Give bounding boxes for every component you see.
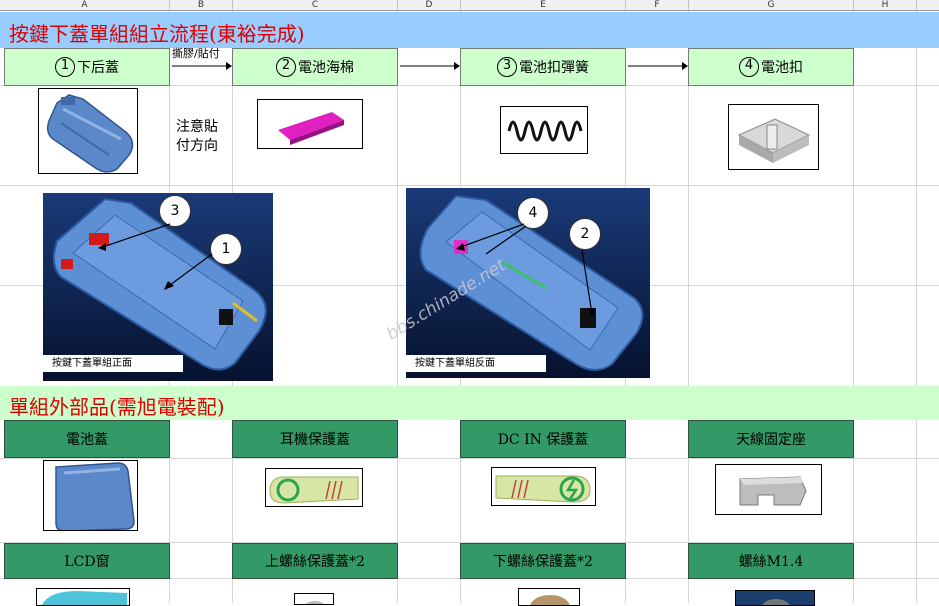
arrow-note: 撕膠/貼付 [172, 47, 220, 60]
battery-cover-icon [55, 462, 135, 530]
column-header-a[interactable]: A [0, 0, 170, 11]
flow-arrow [628, 62, 688, 70]
lcd-window-image[interactable] [36, 588, 130, 606]
photo-caption: 按鍵下蓋單組反面 [406, 355, 546, 372]
column-header-d[interactable]: D [398, 0, 461, 11]
column-header-b[interactable]: B [170, 0, 233, 11]
flow-arrow [172, 62, 232, 70]
antenna-holder-icon [739, 476, 807, 506]
column-header-g[interactable]: G [689, 0, 854, 11]
column-header-f[interactable]: F [626, 0, 689, 11]
grid-line [397, 11, 398, 603]
screw-m14-image[interactable] [735, 590, 815, 606]
part-header-earphone-cover[interactable]: 耳機保護蓋 [232, 420, 398, 458]
spring-icon [507, 120, 583, 142]
column-header-c[interactable]: C [233, 0, 398, 11]
back-cover-icon [46, 94, 134, 173]
column-header-i [917, 0, 939, 11]
part-header-battery-cover[interactable]: 電池蓋 [4, 420, 170, 458]
callout-leader-lines [98, 223, 213, 290]
back-cover-image[interactable] [38, 88, 138, 174]
spring-image[interactable] [500, 106, 588, 154]
column-header-h[interactable]: H [854, 0, 917, 11]
note-line: 付方向 [176, 138, 218, 154]
step-label: 電池扣 [761, 60, 803, 76]
part-header-screw-m14[interactable]: 螺絲M1.4 [688, 543, 854, 579]
earphone-cover-icon [269, 476, 359, 504]
part-header-dc-in-cover[interactable]: DC IN 保護蓋 [460, 420, 626, 458]
battery-cover-image[interactable] [43, 460, 138, 531]
part-header-lcd-window[interactable]: LCD窗 [4, 543, 170, 579]
step-label: 下后蓋 [77, 60, 119, 76]
antenna-holder-image[interactable] [715, 464, 822, 515]
latch-icon [737, 118, 811, 163]
foam-pad-icon [278, 112, 344, 145]
step-1-cell[interactable]: 1 下后蓋 [4, 48, 170, 86]
part-header-upper-screw-cover[interactable]: 上螺絲保護蓋*2 [232, 543, 398, 579]
dc-in-cover-image[interactable] [491, 467, 596, 506]
grid-line [688, 11, 689, 603]
grid-line [0, 185, 939, 186]
section-title: 單組外部品(需旭電裝配) [9, 395, 225, 419]
screw-cover-icon [530, 595, 570, 605]
screw-icon [736, 591, 814, 605]
page-title: 按鍵下蓋單組組立流程(東裕完成) [9, 22, 305, 46]
lower-screw-cover-image[interactable] [518, 588, 580, 606]
flow-arrow [400, 62, 460, 70]
battery-latch-image[interactable] [728, 104, 819, 170]
battery-foam-image[interactable] [257, 99, 363, 149]
step-2-cell[interactable]: 2 電池海棉 [232, 48, 398, 86]
step-label: 電池扣彈簧 [519, 60, 589, 76]
step-number-badge: 1 [55, 57, 75, 77]
part-header-antenna-holder[interactable]: 天線固定座 [688, 420, 854, 458]
grid-line [0, 458, 939, 459]
dc-in-cover-icon [495, 475, 591, 503]
step-label: 電池海棉 [298, 60, 354, 76]
part-header-lower-screw-cover[interactable]: 下螺絲保護蓋*2 [460, 543, 626, 579]
step-number-badge: 4 [739, 57, 759, 77]
photo-caption: 按鍵下蓋單組正面 [43, 355, 183, 372]
step-4-cell[interactable]: 4 電池扣 [688, 48, 854, 86]
step-number-badge: 2 [276, 57, 296, 77]
step-number-badge: 3 [497, 57, 517, 77]
column-header-e[interactable]: E [461, 0, 626, 11]
grid-line [853, 11, 854, 603]
step-3-cell[interactable]: 3 電池扣彈簧 [460, 48, 626, 86]
lcd-window-icon [41, 591, 127, 605]
upper-screw-cover-image[interactable] [294, 593, 334, 605]
attach-direction-note: 注意貼 付方向 [176, 118, 218, 156]
note-line: 注意貼 [176, 119, 218, 135]
screw-cover-icon [305, 601, 325, 604]
earphone-cover-image[interactable] [265, 468, 363, 507]
grid-line [916, 11, 917, 603]
